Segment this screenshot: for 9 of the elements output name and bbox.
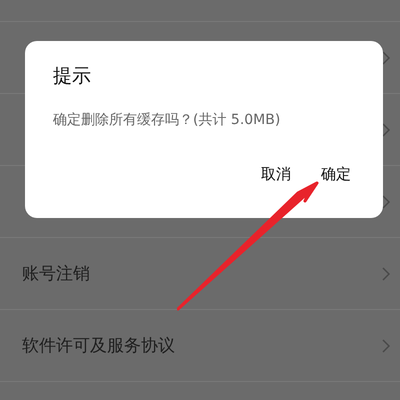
dialog-title: 提示	[53, 64, 92, 89]
chevron-icon	[382, 50, 390, 64]
chevron-icon	[382, 122, 390, 136]
dialog-message: 确定删除所有缓存吗？(共计 5.0MB)	[53, 111, 282, 129]
chevron-icon	[382, 194, 390, 208]
dialog-button[interactable]: 确定	[309, 159, 363, 190]
dialog-button[interactable]: 取消	[249, 159, 303, 190]
chevron-icon	[382, 266, 390, 280]
chevron-icon	[382, 338, 390, 352]
